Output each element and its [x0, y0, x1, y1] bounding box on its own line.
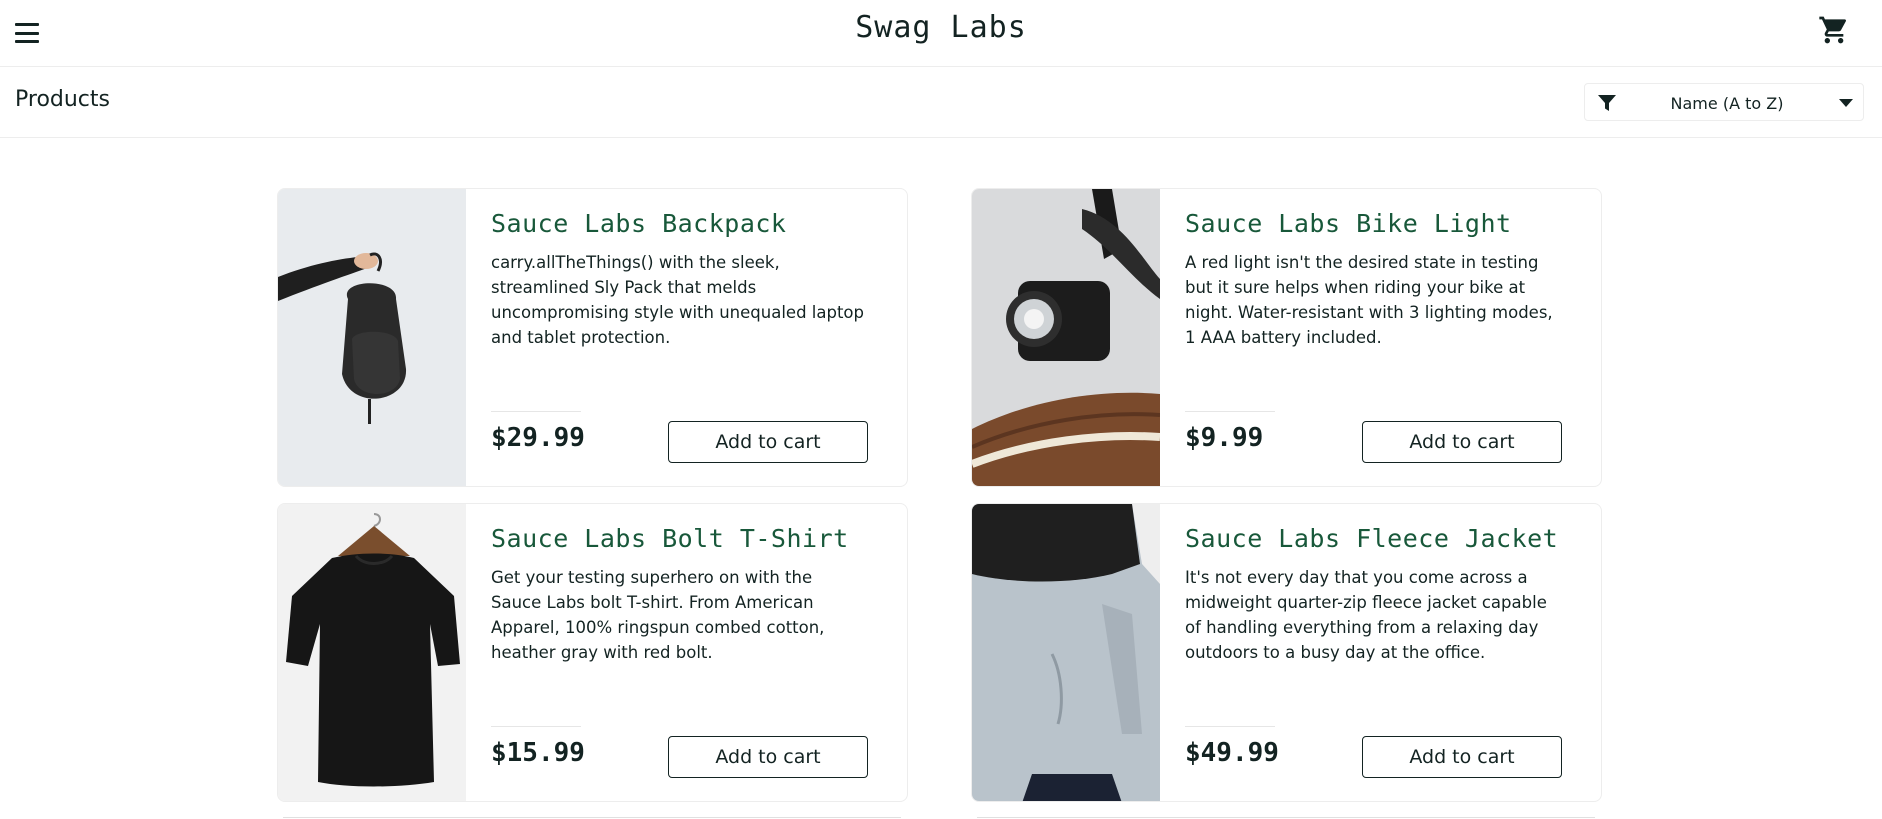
app-header: Swag Labs [0, 0, 1882, 67]
item-name-link[interactable]: Sauce Labs Bike Light [1185, 209, 1585, 238]
item-description: It's not every day that you come across … [1185, 568, 1547, 662]
item-price: $29.99 [491, 423, 585, 453]
secondary-header: Products Name (A to Z) [0, 67, 1882, 138]
item-description: carry.allTheThings() with the sleek, str… [491, 253, 864, 347]
tshirt-image[interactable] [278, 504, 466, 802]
item-name-link[interactable]: Sauce Labs Bolt T-Shirt [491, 524, 891, 553]
price-divider [491, 726, 581, 727]
caret-down-icon [1839, 99, 1853, 107]
item-details: Sauce Labs Fleece Jacket It's not every … [1185, 524, 1585, 784]
price-divider [1185, 411, 1275, 412]
item-name-link[interactable]: Sauce Labs Backpack [491, 209, 891, 238]
item-name-link[interactable]: Sauce Labs Fleece Jacket [1185, 524, 1585, 553]
inventory-item: Sauce Labs Bike Light A red light isn't … [971, 188, 1602, 487]
item-price: $49.99 [1185, 738, 1279, 768]
item-description: A red light isn't the desired state in t… [1185, 253, 1553, 347]
sort-selected-label: Name (A to Z) [1670, 94, 1784, 113]
add-to-cart-button[interactable]: Add to cart [668, 421, 868, 463]
inventory-item: Sauce Labs Fleece Jacket It's not every … [971, 503, 1602, 802]
add-to-cart-button[interactable]: Add to cart [1362, 736, 1562, 778]
item-details: Sauce Labs Backpack carry.allTheThings()… [491, 209, 891, 469]
item-details: Sauce Labs Bike Light A red light isn't … [1185, 209, 1585, 469]
shopping-cart-icon[interactable] [1818, 14, 1850, 46]
next-item-edge [977, 817, 1595, 818]
app-logo: Swag Labs [855, 10, 1027, 45]
fleece-jacket-image[interactable] [972, 504, 1160, 802]
add-to-cart-button[interactable]: Add to cart [668, 736, 868, 778]
add-to-cart-button[interactable]: Add to cart [1362, 421, 1562, 463]
price-divider [1185, 726, 1275, 727]
item-price: $9.99 [1185, 423, 1264, 453]
sort-dropdown[interactable]: Name (A to Z) [1584, 83, 1864, 121]
bike-light-image[interactable] [972, 189, 1160, 487]
price-divider [491, 411, 581, 412]
inventory-item: Sauce Labs Bolt T-Shirt Get your testing… [277, 503, 908, 802]
next-item-edge [283, 817, 901, 818]
item-price: $15.99 [491, 738, 585, 768]
item-description: Get your testing superhero on with the S… [491, 568, 825, 662]
page-title: Products [15, 87, 110, 112]
backpack-image[interactable] [278, 189, 466, 487]
item-details: Sauce Labs Bolt T-Shirt Get your testing… [491, 524, 891, 784]
inventory-item: Sauce Labs Backpack carry.allTheThings()… [277, 188, 908, 487]
